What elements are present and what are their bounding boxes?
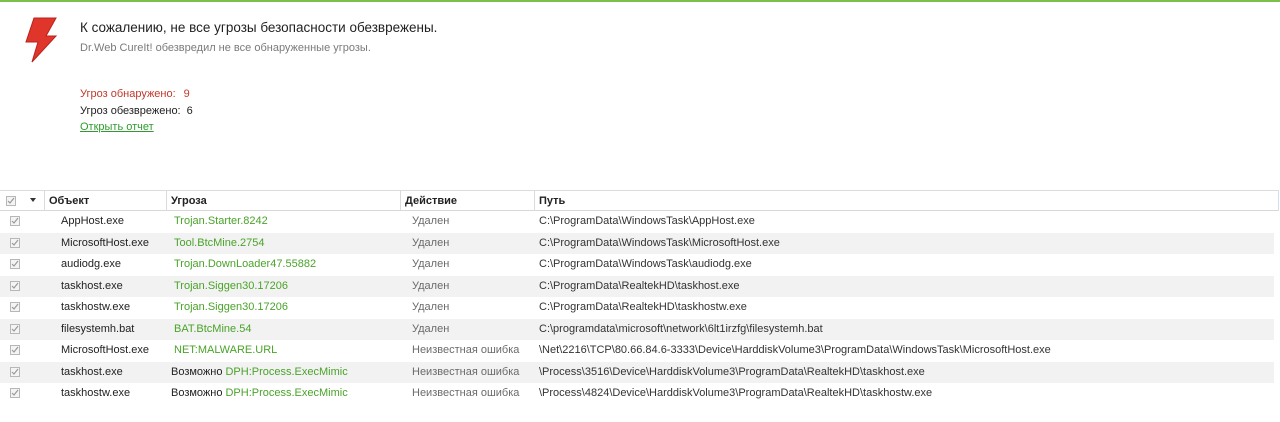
checkmark-icon [7,197,15,204]
threats-found: Угроз обнаружено: 9 [80,86,193,103]
select-all-checkbox[interactable] [6,196,16,206]
threat-cell: Возможно DPH:Process.ExecMimic [171,362,348,384]
table-row[interactable]: taskhost.exe Trojan.Siggen30.17206 Удален C… [0,275,1274,298]
row-checkbox[interactable] [10,366,20,377]
threat-cell: Tool.BtcMine.2754 [171,233,265,255]
path-cell: \Process\3516\Device\HarddiskVolume3\Pro… [539,365,925,378]
table-row[interactable]: taskhostw.exe Возможно DPH:Process.ExecMim… [0,383,1274,405]
threat-cell: Возможно DPH:Process.ExecMimic [171,383,348,405]
table-body: AppHost.exe Trojan.Starter.8242 Удален C:\P… [0,211,1280,405]
path-cell: \Process\4824\Device\HarddiskVolume3\Pro… [539,387,933,399]
object-cell: filesystemh.bat [61,322,135,335]
path-cell: \Net\2216\TCP\80.66.84.6-3333\Device\Har… [539,344,1051,356]
table-row[interactable]: MicrosoftHost.exe NET:MALWARE.URL Неизвест… [0,340,1274,362]
object-cell: taskhostw.exe [61,301,131,313]
table-header: Объект Угроза Действие Путь [0,190,1279,211]
object-cell: taskhost.exe [61,279,123,292]
threats-neutralized-label: Угроз обезврежено: [80,104,181,117]
page-subtitle: Dr.Web CureIt! обезвредил не все обнаруж… [80,42,371,54]
threat-name: Trojan.DownLoader47.55882 [174,258,317,270]
object-cell: AppHost.exe [61,215,124,227]
checkmark-icon [11,368,19,375]
select-dropdown-icon[interactable] [30,198,36,202]
threat-cell: Trojan.Starter.8242 [171,211,268,233]
checkmark-icon [11,303,19,310]
threat-name: Tool.BtcMine.2754 [174,236,265,249]
threat-name: DPH:Process.ExecMimic [225,387,348,399]
threat-cell: NET:MALWARE.URL [171,340,277,362]
row-checkbox[interactable] [10,259,20,269]
table-row[interactable]: AppHost.exe Trojan.Starter.8242 Удален C:\P… [0,211,1274,233]
action-cell: Неизвестная ошибка [412,365,520,378]
column-action[interactable]: Действие [400,191,534,211]
checkmark-icon [11,389,19,396]
threat-cell: Trojan.Siggen30.17206 [171,276,288,298]
path-cell: C:\ProgramData\WindowsTask\AppHost.exe [539,215,755,227]
open-report-link[interactable]: Открыть отчет [80,121,154,133]
table-row[interactable]: filesystemh.bat BAT.BtcMine.54 Удален C:\pr… [0,318,1274,341]
threat-name: Trojan.Siggen30.17206 [174,279,288,292]
checkmark-icon [11,325,19,332]
threats-found-value: 9 [183,88,190,100]
threats-found-label: Угроз обнаружено: [80,88,176,100]
select-all-header [0,191,44,211]
table-row[interactable]: audiodg.exe Trojan.DownLoader47.55882 Удал… [0,254,1274,276]
checkmark-icon [11,260,19,267]
action-cell: Удален [412,258,450,270]
checkmark-icon [11,217,19,224]
threat-cell: BAT.BtcMine.54 [171,319,251,341]
column-object[interactable]: Объект [44,191,166,211]
table-row[interactable]: taskhost.exe Возможно DPH:Process.ExecMimi… [0,361,1274,384]
row-checkbox[interactable] [10,280,20,291]
row-checkbox[interactable] [10,323,20,334]
lightning-warning-icon [25,17,58,63]
action-cell: Удален [412,215,450,227]
action-cell: Удален [412,236,450,249]
action-cell: Неизвестная ошибка [412,344,520,356]
threat-name: NET:MALWARE.URL [174,344,278,356]
column-path[interactable]: Путь [534,191,1278,211]
row-checkbox[interactable] [10,345,20,355]
action-cell: Удален [412,301,450,313]
threat-stats: Угроз обнаружено: 9 Угроз обезврежено: 6 О… [80,86,193,136]
object-cell: MicrosoftHost.exe [61,236,150,249]
action-cell: Неизвестная ошибка [412,387,520,399]
threat-prefix: Возможно [171,387,223,399]
object-cell: MicrosoftHost.exe [61,344,150,356]
row-checkbox[interactable] [10,388,20,398]
row-checkbox[interactable] [10,302,20,312]
threats-table: Объект Угроза Действие Путь AppHost.exe T… [0,190,1280,405]
action-cell: Удален [412,322,450,335]
threat-prefix: Возможно [171,365,223,378]
threat-name: Trojan.Siggen30.17206 [174,301,288,313]
row-checkbox[interactable] [10,237,20,248]
checkmark-icon [11,282,19,289]
threat-cell: Trojan.DownLoader47.55882 [171,254,316,276]
path-cell: C:\ProgramData\WindowsTask\audiodg.exe [539,258,752,270]
page-title: К сожалению, не все угрозы безопасности … [80,20,438,35]
column-threat[interactable]: Угроза [166,191,400,211]
threat-name: BAT.BtcMine.54 [174,322,252,335]
threat-cell: Trojan.Siggen30.17206 [171,297,288,319]
path-cell: C:\programdata\microsoft\network\6lt1irz… [539,322,823,335]
object-cell: audiodg.exe [61,258,121,270]
threat-name: DPH:Process.ExecMimic [225,365,348,378]
row-checkbox[interactable] [10,216,20,226]
path-cell: C:\ProgramData\WindowsTask\MicrosoftHost… [539,236,780,249]
threats-neutralized-value: 6 [186,104,193,117]
threats-neutralized: Угроз обезврежено: 6 [80,103,193,120]
table-row[interactable]: MicrosoftHost.exe Tool.BtcMine.2754 Удален… [0,232,1274,255]
checkmark-icon [11,239,19,246]
table-row[interactable]: taskhostw.exe Trojan.Siggen30.17206 Удален… [0,297,1274,319]
object-cell: taskhostw.exe [61,387,131,399]
threat-name: Trojan.Starter.8242 [174,215,268,227]
path-cell: C:\ProgramData\RealtekHD\taskhost.exe [539,279,740,292]
path-cell: C:\ProgramData\RealtekHD\taskhostw.exe [539,301,747,313]
checkmark-icon [11,346,19,353]
accent-line [0,0,1280,2]
action-cell: Удален [412,279,450,292]
object-cell: taskhost.exe [61,365,123,378]
